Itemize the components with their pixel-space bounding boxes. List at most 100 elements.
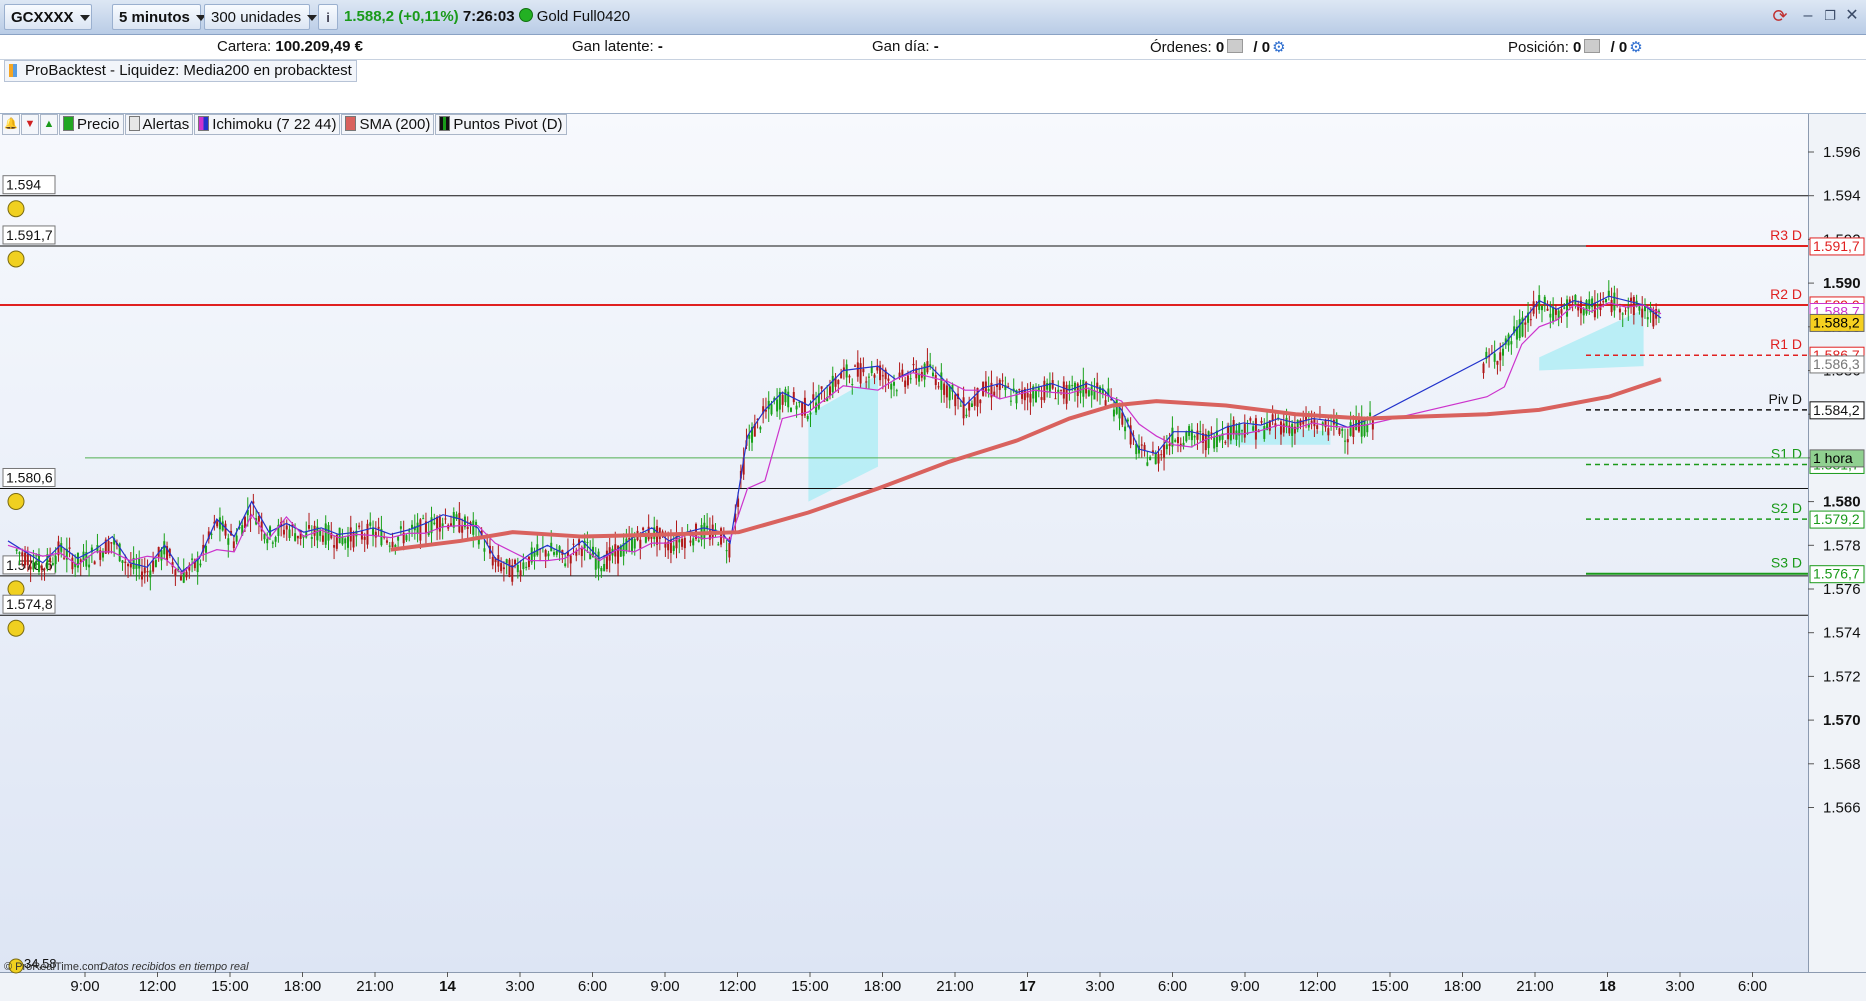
candle-body [1099, 386, 1102, 393]
candle-body [436, 516, 439, 530]
candle-body [1154, 453, 1157, 465]
candle-body [854, 365, 857, 367]
candle-body [1071, 385, 1074, 387]
candle-body [349, 527, 352, 542]
candle-body [185, 571, 188, 578]
candle-body [586, 542, 589, 544]
candle-body [68, 547, 71, 549]
y-tick-label: 1.594 [1823, 188, 1861, 205]
candle-body [1369, 412, 1372, 416]
candle-body [1352, 425, 1355, 437]
candle-body [605, 550, 608, 570]
candle-body [1029, 393, 1032, 403]
candle-body [1146, 462, 1149, 466]
candle-body [310, 537, 313, 539]
candle-body [461, 526, 464, 533]
x-tick-label: 15:00 [791, 978, 829, 995]
candle-body [959, 405, 962, 407]
pivot-name: S2 D [1771, 500, 1802, 516]
candle-body [1062, 381, 1065, 399]
bell-icon [7, 250, 25, 268]
candle-body [837, 380, 840, 385]
candle-body [1607, 290, 1610, 296]
candle-body [1043, 380, 1046, 401]
candle-body [346, 536, 349, 548]
candle-body [1260, 420, 1263, 423]
candle-body [1605, 299, 1608, 303]
candle-body [776, 399, 779, 412]
y-tick-label: 1.580 [1823, 494, 1861, 511]
candle-body [1291, 423, 1294, 436]
candle-body [525, 566, 528, 568]
candle-body [1282, 423, 1285, 433]
candle-body [522, 562, 525, 570]
candle-body [831, 375, 834, 393]
x-tick-label: 14 [439, 978, 456, 995]
candle-body [795, 405, 798, 410]
candle-body [1176, 437, 1179, 443]
candle-body [1324, 420, 1327, 428]
candle-body [288, 529, 291, 538]
candle-body [1163, 444, 1166, 458]
candle-body [1499, 352, 1502, 361]
x-tick-label: 18:00 [1444, 978, 1482, 995]
candle-body [1371, 420, 1374, 430]
candle-body [1196, 430, 1199, 440]
candle-body [21, 552, 24, 557]
candle-body [1366, 424, 1369, 433]
candle-body [931, 372, 934, 376]
candle-body [893, 382, 896, 386]
x-tick-label: 9:00 [1230, 978, 1259, 995]
candle-body [1112, 409, 1115, 417]
candle-body [1034, 391, 1037, 403]
candle-body [527, 556, 530, 568]
y-tick-label: 1.572 [1823, 668, 1861, 685]
candle-body [890, 383, 893, 390]
candle-body [1510, 341, 1513, 345]
candle-body [594, 557, 597, 570]
candle-body [848, 375, 851, 378]
candle-body [1549, 313, 1552, 318]
candle-body [1299, 420, 1302, 426]
candle-body [32, 562, 35, 570]
candle-body [1065, 384, 1068, 404]
candle-body [205, 545, 208, 553]
candle-body [324, 523, 327, 545]
candle-body [1213, 437, 1216, 449]
pivot-name: S3 D [1771, 555, 1802, 571]
candle-body [127, 563, 130, 567]
candle-body [491, 557, 494, 566]
candle-body [1618, 308, 1621, 313]
candle-body [408, 530, 411, 532]
candle-body [547, 553, 550, 557]
candle-body [1349, 422, 1352, 436]
candle-body [502, 567, 505, 570]
candle-body [904, 380, 907, 387]
candle-body [1496, 360, 1499, 365]
candle-body [1168, 443, 1171, 447]
candle-body [784, 389, 787, 403]
candle-body [1582, 308, 1585, 316]
x-tick-label: 21:00 [936, 978, 974, 995]
candle-body [876, 367, 879, 371]
candle-body [37, 554, 40, 572]
candle-body [40, 565, 43, 571]
candle-body [388, 545, 391, 547]
footer-note: Datos recibidos en tiempo real [100, 961, 249, 973]
candle-body [681, 538, 684, 547]
price-tag-label: 1.588,2 [1813, 314, 1860, 330]
candle-body [483, 548, 486, 552]
candle-body [466, 526, 469, 530]
candle-body [1204, 433, 1207, 451]
candle-body [1638, 306, 1641, 311]
candle-body [1529, 319, 1532, 321]
candle-body [1165, 444, 1168, 450]
candle-body [93, 561, 96, 565]
candle-body [798, 401, 801, 403]
candle-body [970, 403, 973, 408]
candle-body [923, 363, 926, 380]
bell-icon [7, 580, 25, 598]
candle-body [399, 526, 402, 529]
candle-body [1227, 425, 1230, 440]
candle-body [1621, 313, 1624, 315]
